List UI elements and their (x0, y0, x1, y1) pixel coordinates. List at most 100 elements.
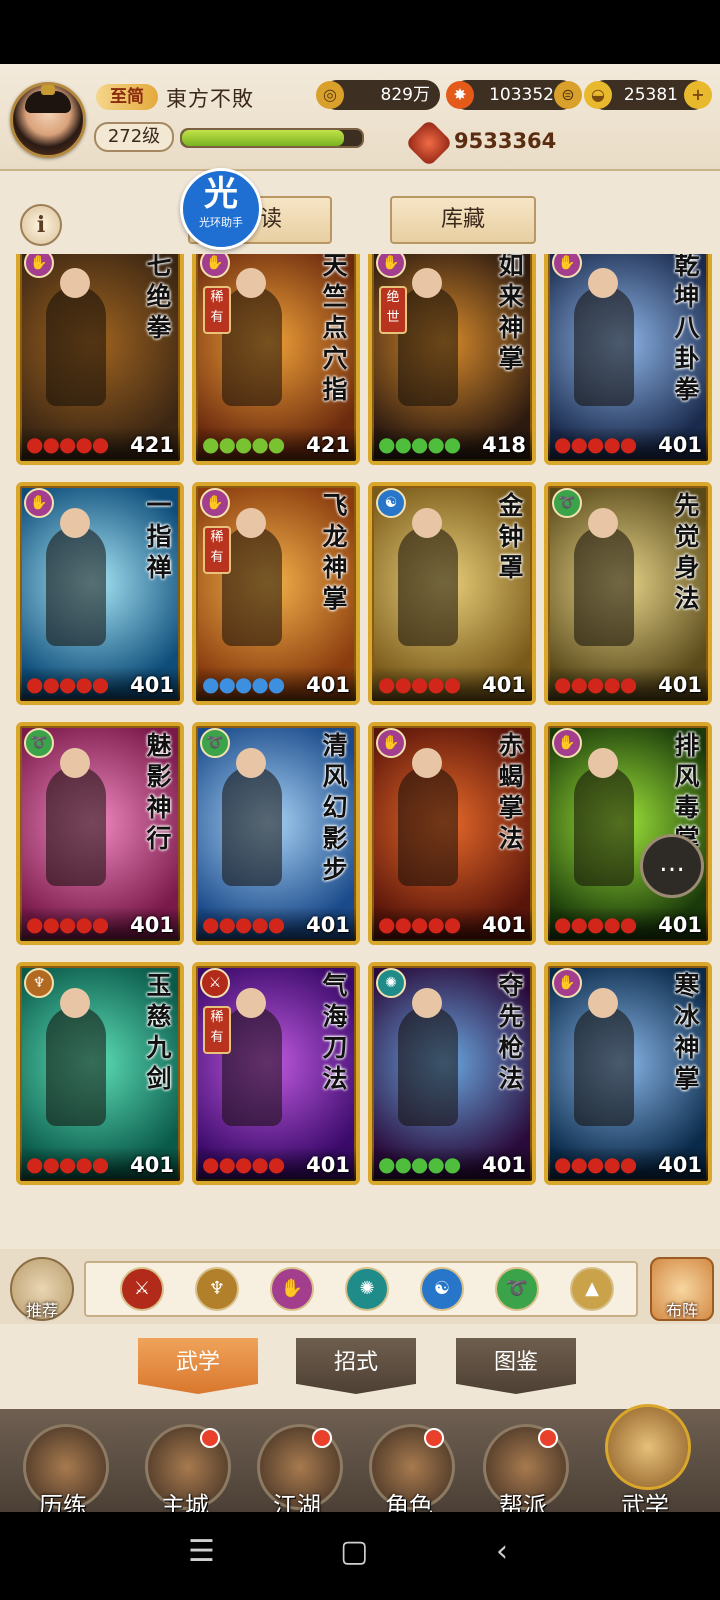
skill-card[interactable]: ☯ 金钟罩 ●●●●● 401 (368, 482, 536, 705)
character-head (236, 508, 266, 538)
skill-type-icon: ✋ (552, 254, 582, 278)
character-head (60, 508, 90, 538)
recommend-button[interactable]: 推荐 (10, 1257, 74, 1321)
gold-ingot-icon: ◒ (584, 81, 612, 109)
star-drops: ●●●●● (26, 672, 109, 696)
notification-badge (538, 1428, 558, 1448)
skill-title: 七绝拳 (146, 254, 172, 342)
character-head (412, 988, 442, 1018)
skill-card[interactable]: ➰ 先觉身法 ●●●●● 401 (544, 482, 712, 705)
storage-button[interactable]: 库藏 (390, 196, 536, 244)
vip-badge[interactable]: 至简 (96, 84, 158, 110)
star-drops: ●●●●● (554, 912, 637, 936)
tab-moves[interactable]: 招式 (296, 1338, 416, 1394)
skill-card[interactable]: ✋ 绝世 如来神掌 ●●●●● 418 (368, 254, 536, 465)
avatar-crown (41, 85, 55, 95)
recommend-label: 推荐 (25, 1301, 58, 1320)
skill-type-icon: ⚔ (200, 968, 230, 998)
character-art (46, 286, 106, 406)
add-gold-icon[interactable]: + (684, 81, 712, 109)
skill-card[interactable]: ✋ 赤蝎掌法 ●●●●● 401 (368, 722, 536, 945)
filter-bar: 推荐 ⚔ ♆ ✋ ✺ ☯ ➰ ▲ 布阵 (0, 1249, 720, 1324)
skill-card[interactable]: ✋ 一指禅 ●●●●● 401 (16, 482, 184, 705)
skill-card[interactable]: ✋排风毒掌●●●●●401 (544, 722, 712, 945)
copper-resource[interactable]: ◎ 829万 (316, 80, 440, 110)
filter-type-icon[interactable]: ➰ (495, 1267, 539, 1311)
star-drops: ●●●●● (378, 1152, 461, 1176)
character-head (588, 268, 618, 298)
filter-type-icon[interactable]: ▲ (570, 1267, 614, 1311)
skill-level: 401 (482, 673, 526, 697)
filter-type-icon[interactable]: ☯ (420, 1267, 464, 1311)
nav-item[interactable]: 武学 (600, 1404, 691, 1512)
character-art (574, 1006, 634, 1126)
skill-card[interactable]: ⚔ 稀有 气海刀法 ●●●●● 401 (192, 962, 360, 1185)
nav-item[interactable]: 主城 (140, 1424, 231, 1512)
silver-resource[interactable]: ✸ 103352 ⊜ (446, 80, 582, 110)
yuanbao-add-icon[interactable]: ⊜ (554, 81, 582, 109)
skill-card[interactable]: ✋ 稀有 天竺点穴指 ●●●●● 421 (192, 254, 360, 465)
skill-type-icon: ♆ (24, 968, 54, 998)
gold-resource[interactable]: ◒ 25381 + (584, 80, 712, 110)
filter-type-icon[interactable]: ♆ (195, 1267, 239, 1311)
skill-level: 401 (306, 673, 350, 697)
character-art (46, 526, 106, 646)
back-icon[interactable]: ‹ (496, 1534, 508, 1569)
recent-apps-icon[interactable]: ☰ (188, 1534, 215, 1569)
star-drops: ●●●●● (554, 1152, 637, 1176)
nav-item[interactable]: 历练 (18, 1424, 109, 1512)
skill-level: 418 (482, 433, 526, 457)
martial-arts-grid: ✋ 七绝拳 ●●●●● 421 ✋ 稀有 天竺点穴指 ●●●●● 421 ✋ 绝世 如来神掌 ●●●●●… (0, 254, 720, 1249)
skill-level: 401 (658, 913, 702, 937)
lineup-button[interactable]: 布阵 (650, 1257, 714, 1321)
character-art (398, 286, 458, 406)
skill-type-icon: ✋ (200, 488, 230, 518)
tab-martial-arts[interactable]: 武学 (138, 1338, 258, 1394)
character-head (236, 988, 266, 1018)
tab-codex[interactable]: 图鉴 (456, 1338, 576, 1394)
skill-type-icon: ✋ (24, 254, 54, 278)
star-drops: ●●●●● (378, 672, 461, 696)
skill-card[interactable]: ✺ 夺先枪法 ●●●●● 401 (368, 962, 536, 1185)
skill-card[interactable]: ✋ 乾坤八卦拳 ●●●●● 401 (544, 254, 712, 465)
player-avatar[interactable] (10, 82, 86, 158)
notification-badge (424, 1428, 444, 1448)
skill-level: 421 (130, 433, 174, 457)
skill-type-icon: ➰ (200, 728, 230, 758)
assistant-glyph: 光 (204, 174, 238, 214)
assistant-overlay-icon[interactable]: 光 光环助手 (180, 168, 262, 250)
skill-card[interactable]: ✋ 稀有 飞龙神掌 ●●●●● 401 (192, 482, 360, 705)
skill-card[interactable]: ➰ 清风幻影步 ●●●●● 401 (192, 722, 360, 945)
star-drops: ●●●●● (378, 432, 461, 456)
lineup-label: 布阵 (665, 1301, 698, 1320)
filter-type-icon[interactable]: ✺ (345, 1267, 389, 1311)
character-art (398, 526, 458, 646)
character-art (222, 1006, 282, 1126)
skill-title: 如来神掌 (498, 254, 524, 373)
skill-card[interactable]: ✋ 寒冰神掌 ●●●●● 401 (544, 962, 712, 1185)
notification-badge (312, 1428, 332, 1448)
nav-item[interactable]: 帮派 (478, 1424, 569, 1512)
assistant-label: 光环助手 (199, 216, 243, 229)
home-icon[interactable]: ▢ (340, 1534, 368, 1569)
skill-title: 赤蝎掌法 (498, 731, 524, 853)
skill-title: 飞龙神掌 (322, 491, 348, 613)
skill-card[interactable]: ✋ 七绝拳 ●●●●● 421 (16, 254, 184, 465)
scroll-pile-icon (605, 1404, 691, 1490)
skill-level: 401 (130, 1153, 174, 1177)
skill-card[interactable]: ➰ 魅影神行 ●●●●● 401 (16, 722, 184, 945)
star-drops: ●●●●● (26, 432, 109, 456)
character-head (588, 988, 618, 1018)
chat-bubble-icon[interactable]: … (640, 834, 704, 898)
skill-type-icon: ✋ (376, 728, 406, 758)
character-head (236, 748, 266, 778)
filter-type-icon[interactable]: ⚔ (120, 1267, 164, 1311)
player-header: 至简 東方不敗 272级 ◎ 829万 ✸ 103352 ⊜ ◒ 25381 +… (0, 64, 720, 171)
character-art (222, 286, 282, 406)
filter-type-icon[interactable]: ✋ (270, 1267, 314, 1311)
nav-item[interactable]: 江湖 (252, 1424, 343, 1512)
gold-value: 25381 (623, 85, 678, 105)
skill-card[interactable]: ♆ 玉慈九剑 ●●●●● 401 (16, 962, 184, 1185)
info-icon[interactable]: i (20, 204, 62, 246)
nav-item[interactable]: 角色 (364, 1424, 455, 1512)
